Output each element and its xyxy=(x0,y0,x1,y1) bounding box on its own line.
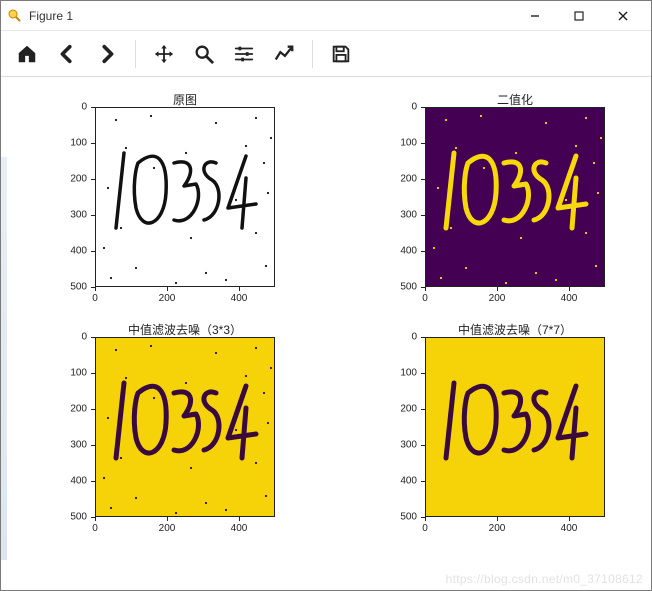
ytick-label: 100 xyxy=(400,138,417,149)
plot-image xyxy=(425,107,605,287)
ytick-label: 100 xyxy=(70,367,87,378)
ytick-label: 400 xyxy=(400,246,417,257)
xtick-label: 0 xyxy=(92,293,98,304)
plot-image xyxy=(425,337,605,517)
ytick-label: 200 xyxy=(70,403,87,414)
ytick-label: 100 xyxy=(70,138,87,149)
ytick-label: 400 xyxy=(70,475,87,486)
ytick-label: 0 xyxy=(81,331,87,342)
figure-window: Figure 1 原图01002003004005000200400二值化010… xyxy=(0,0,652,591)
xtick-label: 400 xyxy=(231,293,248,304)
ytick-label: 100 xyxy=(400,367,417,378)
ytick-label: 300 xyxy=(400,210,417,221)
ytick-label: 200 xyxy=(70,174,87,185)
subplot-4: 中值滤波去噪（7*7）01002003004005000200400 xyxy=(341,337,641,561)
ytick-label: 200 xyxy=(400,174,417,185)
ytick-label: 500 xyxy=(70,282,87,293)
ytick-label: 500 xyxy=(400,282,417,293)
ytick-label: 400 xyxy=(400,475,417,486)
ytick-label: 200 xyxy=(400,403,417,414)
watermark-text: https://blog.csdn.net/m0_37108612 xyxy=(446,572,643,586)
xtick-label: 0 xyxy=(422,293,428,304)
ytick-label: 300 xyxy=(70,439,87,450)
ytick-label: 0 xyxy=(411,331,417,342)
xtick-label: 400 xyxy=(561,523,578,534)
figure-canvas[interactable]: 原图 0 100 200 300 400 500 0 200 400 二值化 0 100 200 300 40… xyxy=(1,77,651,590)
ytick-label: 300 xyxy=(400,439,417,450)
xtick-label: 200 xyxy=(159,293,176,304)
subplot-2: 二值化01002003004005000200400 xyxy=(341,107,641,331)
ytick-label: 500 xyxy=(70,511,87,522)
ytick-label: 500 xyxy=(400,511,417,522)
xtick-label: 200 xyxy=(489,523,506,534)
subplot-title: 中值滤波去噪（7*7） xyxy=(425,321,605,338)
ytick-label: 0 xyxy=(411,102,417,113)
subplot-title: 原图 xyxy=(95,91,275,108)
ytick-label: 0 xyxy=(81,102,87,113)
xtick-label: 0 xyxy=(92,523,98,534)
subplot-title: 二值化 xyxy=(425,91,605,108)
subplot-title: 中值滤波去噪（3*3） xyxy=(95,321,275,338)
plot-image xyxy=(95,337,275,517)
xtick-label: 200 xyxy=(489,293,506,304)
subplot-1: 原图01002003004005000200400 xyxy=(11,107,311,331)
xtick-label: 400 xyxy=(561,293,578,304)
xtick-label: 0 xyxy=(422,523,428,534)
ytick-label: 300 xyxy=(70,210,87,221)
xtick-label: 200 xyxy=(159,523,176,534)
xtick-label: 400 xyxy=(231,523,248,534)
ytick-label: 400 xyxy=(70,246,87,257)
subplot-3: 中值滤波去噪（3*3）01002003004005000200400 xyxy=(11,337,311,561)
plot-image xyxy=(95,107,275,287)
left-edge-ghost xyxy=(1,157,7,560)
